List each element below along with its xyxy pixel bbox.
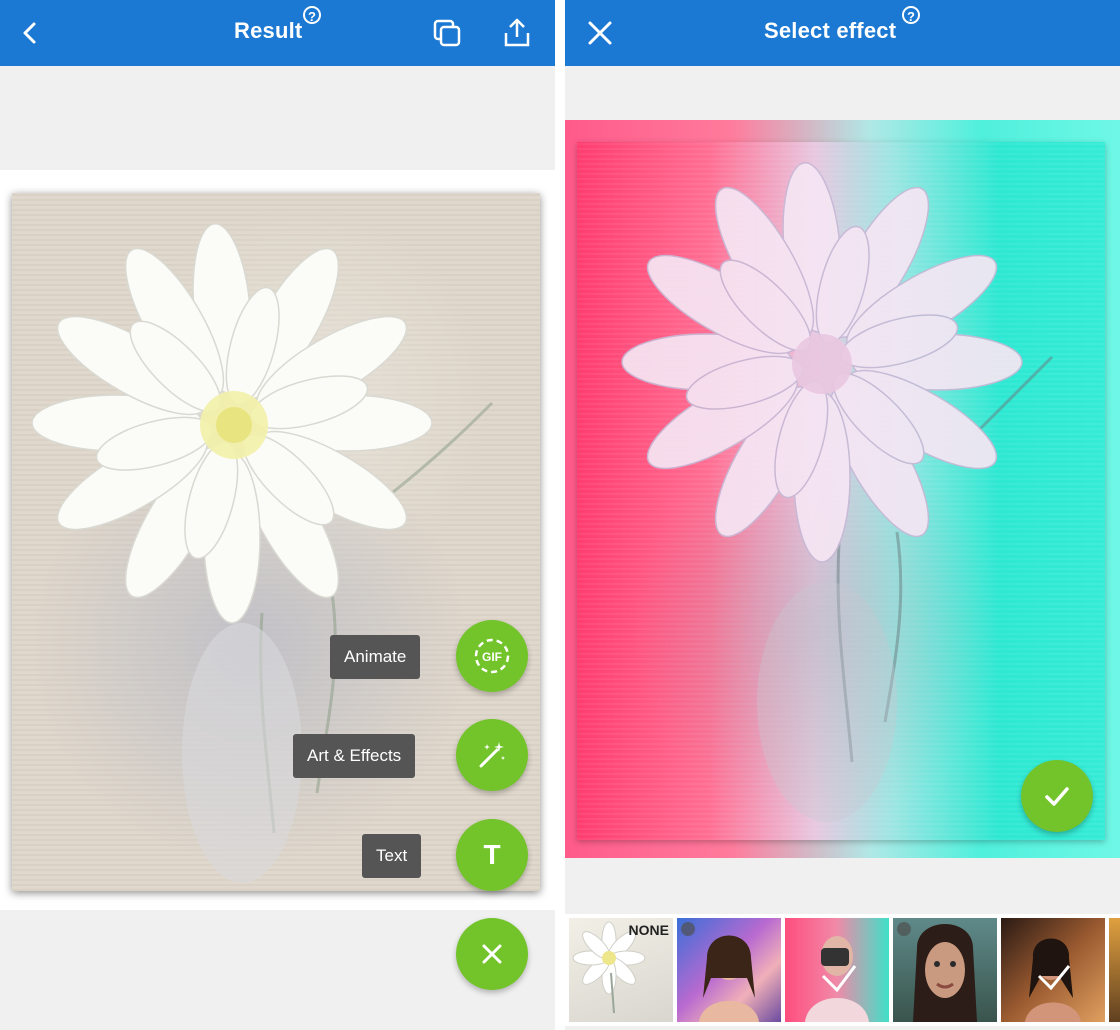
back-button[interactable] [12,14,50,52]
person-icon [681,922,695,936]
close-button[interactable] [581,14,619,52]
effect-thumb-2[interactable] [677,918,781,1022]
confirm-effect-button[interactable] [1021,760,1093,832]
effect-thumb-5[interactable] [1001,918,1105,1022]
gif-icon: GIF [474,638,510,674]
effect-thumb-3[interactable] [785,918,889,1022]
flower-illustration [31,222,494,883]
select-effect-screen: Select effect ? NONE [565,0,1120,1030]
result-screen: Result ? Animate GIF Art & Effects Text … [0,0,555,1030]
text-icon: T [483,839,501,870]
text-button[interactable]: T [456,819,528,891]
result-image[interactable] [12,193,540,891]
effect-thumbnail-strip: NONE [565,914,1120,1026]
effect-preview-image[interactable] [577,142,1105,840]
effect-thumb-6[interactable] [1109,918,1120,1022]
share-button[interactable] [498,14,536,52]
help-icon[interactable]: ? [902,6,920,24]
select-effect-toolbar: Select effect ? [565,0,1120,66]
duplicate-icon [433,19,461,47]
close-menu-button[interactable] [456,918,528,990]
close-icon [482,944,502,964]
gif-icon-text: GIF [482,650,502,664]
portrait-thumbnail [805,936,869,1022]
flower-illustration [621,161,1054,822]
chevron-left-icon [23,22,36,44]
animate-button[interactable]: GIF [456,620,528,692]
effect-thumb-none[interactable]: NONE [569,918,673,1022]
result-toolbar: Result ? [0,0,555,66]
page-title: Select effect [764,18,897,43]
effect-thumb-label: NONE [628,922,669,938]
effect-thumb-4[interactable] [893,918,997,1022]
share-icon [504,18,530,47]
page-title: Result [234,18,303,43]
magic-wand-icon [479,742,505,768]
close-icon [588,21,612,45]
art-effects-button[interactable] [456,719,528,791]
help-icon[interactable]: ? [303,6,321,24]
person-icon [897,922,911,936]
checkmark-icon [1045,787,1069,806]
text-label: Text [362,834,422,878]
animate-label: Animate [330,635,421,679]
screen-divider [555,0,565,1030]
portrait-thumbnail [1025,938,1081,1022]
duplicate-button[interactable] [428,14,466,52]
art-effects-label: Art & Effects [293,734,416,778]
